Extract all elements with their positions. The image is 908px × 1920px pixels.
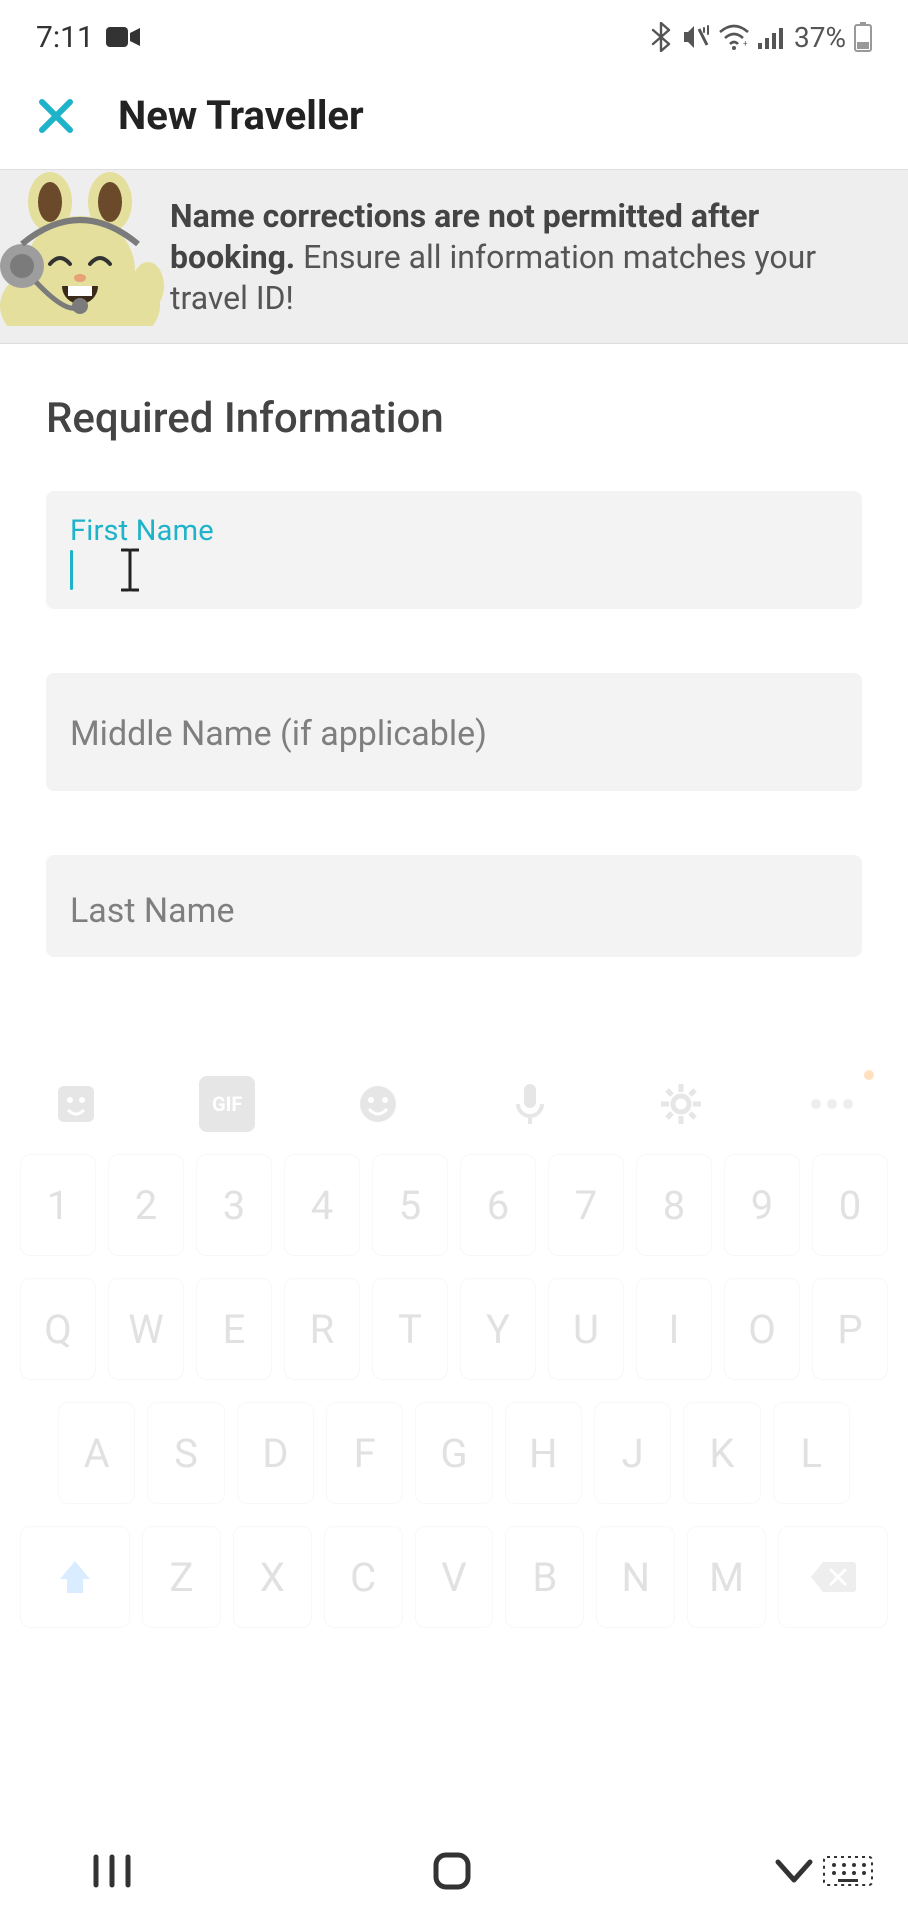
mascot-illustration xyxy=(0,170,170,320)
key-1[interactable]: 1 xyxy=(20,1154,96,1256)
key-0[interactable]: 0 xyxy=(812,1154,888,1256)
gear-icon[interactable] xyxy=(653,1076,709,1132)
key-5[interactable]: 5 xyxy=(372,1154,448,1256)
key-t[interactable]: T xyxy=(372,1278,448,1380)
android-nav-bar xyxy=(0,1836,908,1906)
keyboard-toolbar: GIF xyxy=(20,1066,888,1154)
middle-name-field[interactable]: Middle Name (if applicable) xyxy=(46,673,862,791)
cell-signal-icon xyxy=(758,25,786,49)
battery-percent: 37% xyxy=(794,21,846,54)
middle-name-placeholder: Middle Name (if applicable) xyxy=(70,714,838,754)
nav-home-icon[interactable] xyxy=(428,1847,476,1895)
key-x[interactable]: X xyxy=(233,1526,312,1628)
battery-icon xyxy=(854,22,872,52)
emoji-icon[interactable] xyxy=(350,1076,406,1132)
info-banner: Name corrections are not permitted after… xyxy=(0,169,908,344)
keyboard-row-asdf: A S D F G H J K L xyxy=(20,1402,888,1504)
key-9[interactable]: 9 xyxy=(724,1154,800,1256)
wifi-icon: + xyxy=(718,24,750,50)
key-e[interactable]: E xyxy=(196,1278,272,1380)
key-d[interactable]: D xyxy=(237,1402,314,1504)
notification-dot xyxy=(864,1070,874,1080)
key-h[interactable]: H xyxy=(505,1402,582,1504)
app-header: New Traveller xyxy=(0,70,908,169)
first-name-input[interactable] xyxy=(70,550,838,590)
key-w[interactable]: W xyxy=(108,1278,184,1380)
sticker-icon[interactable] xyxy=(48,1076,104,1132)
nav-back-icon[interactable] xyxy=(770,1854,818,1888)
key-l[interactable]: L xyxy=(773,1402,850,1504)
mic-icon[interactable] xyxy=(502,1076,558,1132)
nav-recent-icon[interactable] xyxy=(90,1851,134,1891)
key-y[interactable]: Y xyxy=(460,1278,536,1380)
first-name-label: First Name xyxy=(70,514,838,548)
form-area: First Name Middle Name (if applicable) L… xyxy=(0,455,908,957)
key-q[interactable]: Q xyxy=(20,1278,96,1380)
key-backspace[interactable] xyxy=(778,1526,888,1628)
section-heading: Required Information xyxy=(0,344,908,455)
key-a[interactable]: A xyxy=(58,1402,135,1504)
key-c[interactable]: C xyxy=(324,1526,403,1628)
gif-icon[interactable]: GIF xyxy=(199,1076,255,1132)
on-screen-keyboard[interactable]: GIF 1 2 3 4 5 6 7 8 9 0 Q W E R T Y U I … xyxy=(0,1048,908,1920)
status-right: + 37% xyxy=(650,21,872,54)
status-left: 7:11 xyxy=(36,20,140,55)
vibrate-mute-icon xyxy=(680,22,710,52)
close-icon[interactable] xyxy=(36,96,76,136)
key-u[interactable]: U xyxy=(548,1278,624,1380)
key-k[interactable]: K xyxy=(683,1402,760,1504)
key-b[interactable]: B xyxy=(505,1526,584,1628)
key-s[interactable]: S xyxy=(147,1402,224,1504)
key-f[interactable]: F xyxy=(326,1402,403,1504)
nav-keyboard-switch-icon[interactable] xyxy=(822,1851,874,1891)
key-4[interactable]: 4 xyxy=(284,1154,360,1256)
last-name-field[interactable]: Last Name xyxy=(46,855,862,957)
key-2[interactable]: 2 xyxy=(108,1154,184,1256)
keyboard-row-qwerty: Q W E R T Y U I O P xyxy=(20,1278,888,1380)
key-8[interactable]: 8 xyxy=(636,1154,712,1256)
key-n[interactable]: N xyxy=(596,1526,675,1628)
key-r[interactable]: R xyxy=(284,1278,360,1380)
key-g[interactable]: G xyxy=(415,1402,492,1504)
keyboard-row-zxcv: Z X C V B N M xyxy=(20,1526,888,1628)
svg-text:+: + xyxy=(743,39,748,48)
clock: 7:11 xyxy=(36,20,94,55)
key-3[interactable]: 3 xyxy=(196,1154,272,1256)
status-bar: 7:11 + 37% xyxy=(0,0,908,70)
key-z[interactable]: Z xyxy=(142,1526,221,1628)
video-recording-icon xyxy=(106,25,140,49)
key-p[interactable]: P xyxy=(812,1278,888,1380)
banner-text: Name corrections are not permitted after… xyxy=(170,170,908,343)
key-m[interactable]: M xyxy=(687,1526,766,1628)
key-i[interactable]: I xyxy=(636,1278,712,1380)
last-name-placeholder: Last Name xyxy=(70,891,838,931)
page-title: New Traveller xyxy=(118,92,364,139)
first-name-field[interactable]: First Name xyxy=(46,491,862,609)
text-caret xyxy=(70,550,73,590)
key-7[interactable]: 7 xyxy=(548,1154,624,1256)
key-j[interactable]: J xyxy=(594,1402,671,1504)
bluetooth-icon xyxy=(650,22,672,52)
keyboard-row-numbers: 1 2 3 4 5 6 7 8 9 0 xyxy=(20,1154,888,1256)
more-icon[interactable] xyxy=(804,1076,860,1132)
key-shift[interactable] xyxy=(20,1526,130,1628)
key-o[interactable]: O xyxy=(724,1278,800,1380)
key-6[interactable]: 6 xyxy=(460,1154,536,1256)
ibeam-cursor-icon xyxy=(121,548,139,592)
key-v[interactable]: V xyxy=(415,1526,494,1628)
